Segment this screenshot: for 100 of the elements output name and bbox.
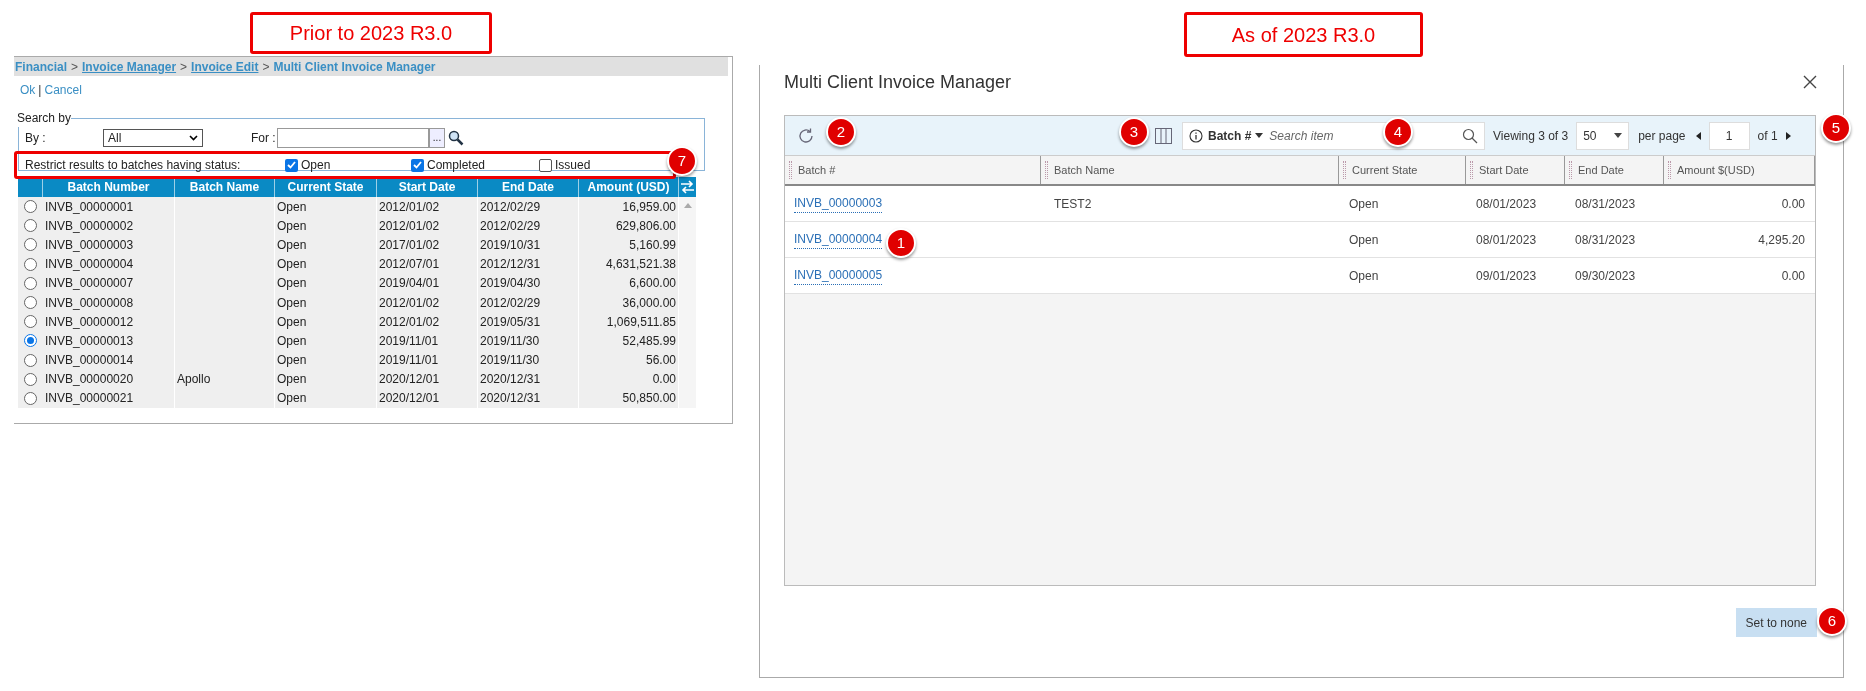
table-cell-text: INVB_00000003: [45, 236, 134, 254]
input-field[interactable]: [277, 128, 429, 148]
table-row[interactable]: INVB_00000003 Open 2017/01/02 2019/10/31 5,160.99: [18, 235, 679, 255]
table-cell-text: 09/01/2023: [1476, 267, 1537, 285]
checkbox-label: Open: [301, 157, 331, 174]
table-cell-text: 36,000.00: [622, 294, 676, 312]
table-cell-text: INVB_00000001: [45, 198, 134, 216]
radio-button[interactable]: [24, 276, 37, 290]
batch-link[interactable]: INVB_00000004: [794, 230, 883, 249]
table-cell-text: 09/30/2023: [1575, 267, 1636, 285]
fieldset-legend: Search by: [17, 109, 72, 127]
table-row[interactable]: INVB_00000012 Open 2012/01/02 2019/05/31 1,069,511.85: [18, 312, 679, 332]
table-row[interactable]: INVB_00000003 TEST2 Open 08/01/2023 08/31/2023 0.00: [785, 186, 1815, 222]
table-cell-text: Apollo: [177, 371, 211, 389]
table-cell-text: INVB_00000021: [45, 390, 134, 408]
table-cell-text: Open: [1349, 267, 1379, 285]
table-cell-text: 1,069,511.85: [606, 313, 676, 331]
table-cell-text: Open: [1349, 195, 1379, 213]
previous-page-icon[interactable]: [1695, 131, 1701, 140]
table-cell-text: 2020/12/31: [480, 371, 541, 389]
table-cell-text: Open: [277, 275, 307, 293]
table-row[interactable]: INVB_00000008 Open 2012/01/02 2012/02/29 36,000.00: [18, 292, 679, 313]
radio-button[interactable]: [24, 200, 37, 214]
table-cell-text: 2012/02/29: [480, 198, 541, 216]
radio-button[interactable]: [24, 257, 37, 271]
radio-button[interactable]: [24, 372, 37, 386]
action-link[interactable]: Cancel: [44, 81, 82, 99]
field-label: For :: [251, 130, 277, 147]
batch-link[interactable]: INVB_00000003: [794, 194, 883, 213]
table-cell-text: 52,485.99: [622, 332, 676, 350]
table-cell-text: Open: [277, 371, 307, 389]
table-row[interactable]: INVB_00000021 Open 2020/12/01 2020/12/31 50,850.00: [18, 388, 679, 409]
table-cell-text: 0.00: [1781, 195, 1805, 213]
table-row[interactable]: INVB_00000013 Open 2019/11/01 2019/11/30 52,485.99: [18, 331, 679, 351]
table-cell-text: 08/31/2023: [1575, 195, 1636, 213]
columns-icon[interactable]: [1155, 127, 1172, 144]
scrollbar[interactable]: [679, 197, 696, 409]
table-row[interactable]: INVB_00000002 Open 2012/01/02 2012/02/29 629,806.00: [18, 216, 679, 236]
checkbox[interactable]: [285, 158, 298, 172]
caret-icon: [1255, 133, 1264, 138]
table-row[interactable]: INVB_00000005 Open 09/01/2023 09/30/2023 0.00: [785, 258, 1815, 294]
table-cell-text: 2012/01/02: [379, 217, 440, 235]
radio-button[interactable]: [24, 353, 37, 367]
callout-label: As of 2023 R3.0: [1184, 12, 1423, 57]
page-size-dropdown[interactable]: 50: [1576, 121, 1630, 150]
breadcrumb-separator: >: [180, 58, 188, 76]
info-icon: [1189, 128, 1203, 143]
checkbox[interactable]: [539, 158, 552, 172]
radio-button[interactable]: [24, 334, 37, 348]
page-count: of 1: [1757, 127, 1778, 145]
number-marker: 7: [667, 146, 697, 176]
table-cell-text: 4,295.20: [1758, 231, 1805, 249]
batch-link[interactable]: INVB_00000005: [794, 266, 883, 285]
table-cell-text: 5,160.99: [629, 236, 676, 254]
table-cell-text: Open: [277, 294, 307, 312]
callout-label: Prior to 2023 R3.0: [250, 12, 492, 54]
table-cell-text: 08/31/2023: [1575, 231, 1636, 249]
table-cell-text: 2012/02/29: [480, 217, 541, 235]
column-header[interactable]: Start Date: [1479, 161, 1529, 179]
column-header[interactable]: Batch Name: [1054, 161, 1115, 179]
dropdown[interactable]: All: [103, 129, 203, 147]
checkbox[interactable]: [411, 158, 424, 172]
action-link[interactable]: Ok: [20, 81, 36, 99]
column-header[interactable]: Amount $(USD): [1677, 161, 1755, 179]
field-label: By :: [25, 130, 47, 147]
next-page-icon[interactable]: [1785, 131, 1791, 140]
radio-button[interactable]: [24, 315, 37, 329]
set-to-none-button[interactable]: Set to none: [1735, 608, 1817, 637]
table-cell-text: 6,600.00: [629, 275, 676, 293]
table-cell-text: 0.00: [1781, 267, 1805, 285]
table-row[interactable]: INVB_00000020 Apollo Open 2020/12/01 2020/12/31 0.00: [18, 369, 679, 389]
close-icon[interactable]: [1803, 75, 1817, 89]
table-row[interactable]: INVB_00000007 Open 2019/04/01 2019/04/30 6,600.00: [18, 273, 679, 293]
table-cell-text: 2019/04/01: [379, 275, 440, 293]
radio-button[interactable]: [24, 391, 37, 405]
table-cell-text: 629,806.00: [615, 217, 676, 235]
table-row[interactable]: INVB_00000004 Open 2012/07/01 2012/12/31 4,631,521.38: [18, 254, 679, 274]
table-cell-text: 2012/02/29: [480, 294, 541, 312]
table-cell-text: 2012/12/31: [480, 256, 541, 274]
number-marker: 5: [1821, 113, 1851, 143]
table-row[interactable]: INVB_00000001 Open 2012/01/02 2012/02/29 16,959.00: [18, 197, 679, 217]
table-cell-text: 2019/11/01: [379, 332, 439, 350]
table-cell-text: 16,959.00: [622, 198, 676, 216]
radio-button[interactable]: [24, 238, 37, 252]
browse-button[interactable]: ...: [429, 128, 445, 148]
search-icon[interactable]: [448, 130, 464, 146]
column-header[interactable]: Current State: [1352, 161, 1418, 179]
table-cell-text: 08/01/2023: [1476, 195, 1537, 213]
table-cell-text: 4,631,521.38: [605, 256, 676, 274]
table-cell-text: 2019/10/31: [480, 236, 541, 254]
swap-icon[interactable]: [680, 180, 695, 194]
radio-button[interactable]: [24, 219, 37, 233]
column-header[interactable]: End Date: [1578, 161, 1624, 179]
page-input[interactable]: 1: [1708, 121, 1750, 150]
refresh-icon[interactable]: [797, 126, 815, 145]
dialog-title: Multi Client Invoice Manager: [784, 70, 1012, 94]
column-header[interactable]: Batch #: [798, 161, 836, 179]
radio-button[interactable]: [24, 296, 37, 310]
table-row[interactable]: INVB_00000014 Open 2019/11/01 2019/11/30 56.00: [18, 350, 679, 370]
search-icon: [1462, 127, 1478, 144]
